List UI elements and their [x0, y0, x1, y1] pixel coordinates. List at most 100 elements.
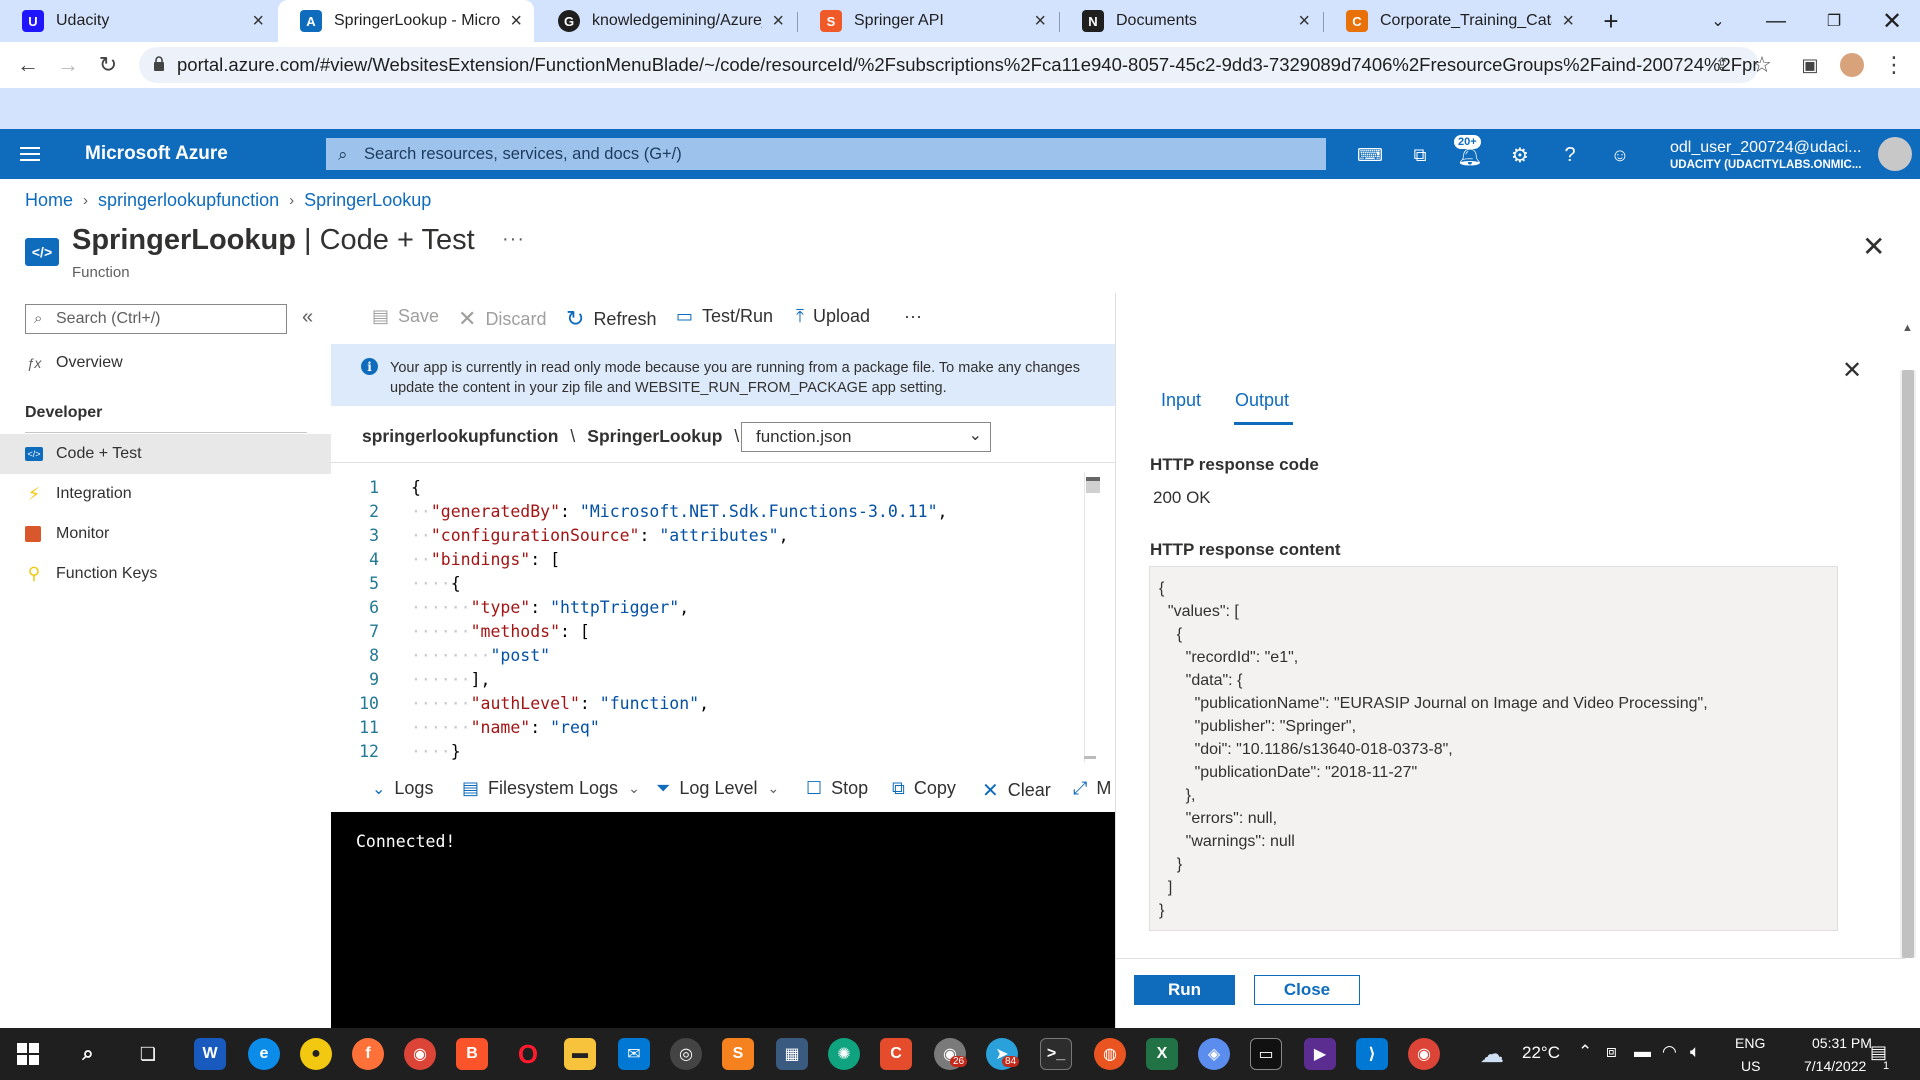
- tab-springer-api[interactable]: S Springer API ×: [798, 0, 1058, 42]
- bookmark-star-icon[interactable]: ☆: [1748, 51, 1776, 79]
- windows-start-icon[interactable]: [12, 1038, 44, 1070]
- new-tab-button[interactable]: +: [1583, 0, 1639, 42]
- file-explorer-icon[interactable]: ▬: [564, 1038, 596, 1070]
- editor-scrollbar[interactable]: [1084, 472, 1085, 762]
- close-icon[interactable]: ×: [772, 10, 784, 33]
- openai-icon[interactable]: ✺: [828, 1038, 860, 1070]
- visual-studio-icon[interactable]: ▶: [1304, 1038, 1336, 1070]
- clear-button[interactable]: ✕ Clear: [982, 778, 1051, 803]
- editor-minimap-slider[interactable]: [1086, 477, 1100, 493]
- vscode-icon[interactable]: ⟩: [1356, 1038, 1388, 1070]
- nav-item-monitor[interactable]: Monitor: [0, 514, 331, 554]
- save-button[interactable]: ▤ Save: [372, 306, 439, 327]
- mail-icon[interactable]: ✉: [618, 1038, 650, 1070]
- search-icon[interactable]: ⌕: [72, 1038, 104, 1070]
- clock-time[interactable]: 05:31 PM: [1812, 1035, 1872, 1051]
- stop-button[interactable]: ☐ Stop: [806, 778, 868, 799]
- temperature[interactable]: 22°C: [1522, 1043, 1560, 1063]
- tab-output[interactable]: Output: [1235, 390, 1289, 411]
- tab-search-chevron-icon[interactable]: ⌄: [1690, 0, 1746, 42]
- tab-udacity[interactable]: U Udacity ×: [0, 0, 276, 42]
- user-avatar[interactable]: [1878, 137, 1912, 171]
- close-icon[interactable]: ×: [1298, 10, 1310, 33]
- more-commands-button[interactable]: ···: [904, 306, 922, 327]
- excel-icon[interactable]: X: [1146, 1038, 1178, 1070]
- ubuntu-icon[interactable]: ◍: [1094, 1038, 1126, 1070]
- calculator-icon[interactable]: ▦: [776, 1038, 808, 1070]
- weather-cloud-icon[interactable]: ☁: [1480, 1040, 1504, 1069]
- close-icon[interactable]: ×: [510, 10, 522, 33]
- side-panel-icon[interactable]: ▣: [1796, 51, 1824, 79]
- breadcrumb-function[interactable]: SpringerLookup: [304, 190, 431, 211]
- opera-icon[interactable]: O: [512, 1038, 544, 1070]
- nav-item-integration[interactable]: ⚡︎ Integration: [0, 474, 331, 514]
- close-panel-icon[interactable]: ✕: [1842, 356, 1862, 385]
- github-desktop-icon[interactable]: ◎: [670, 1038, 702, 1070]
- copy-button[interactable]: ⧉ Copy: [892, 778, 956, 799]
- hamburger-menu-icon[interactable]: [20, 143, 40, 165]
- edge-icon[interactable]: e: [248, 1038, 280, 1070]
- discard-button[interactable]: ✕ Discard: [458, 306, 546, 332]
- code-editor[interactable]: 1{ 2 ··"generatedBy": "Microsoft.NET.Sdk.…: [331, 470, 1115, 762]
- breadcrumb-function-app[interactable]: springerlookupfunction: [98, 190, 279, 211]
- global-search-input[interactable]: ⌕ Search resources, services, and docs (…: [326, 138, 1326, 170]
- battery-icon[interactable]: ▬: [1634, 1042, 1651, 1062]
- test-run-button[interactable]: ▭ Test/Run: [676, 306, 773, 327]
- address-bar[interactable]: portal.azure.com/#view/WebsitesExtension…: [139, 47, 1759, 83]
- sublime-icon[interactable]: S: [722, 1038, 754, 1070]
- browser-menu-icon[interactable]: ⋮: [1880, 51, 1908, 79]
- volume-icon[interactable]: 🔈︎: [1690, 1042, 1700, 1062]
- cloud-shell-icon[interactable]: ⌨: [1356, 141, 1384, 169]
- tab-documents[interactable]: N Documents ×: [1060, 0, 1322, 42]
- chrome-icon[interactable]: ◉: [404, 1038, 436, 1070]
- user-name[interactable]: odl_user_200724@udaci...: [1670, 139, 1862, 157]
- minimize-button[interactable]: —: [1748, 0, 1804, 42]
- collapse-nav-button[interactable]: «: [302, 306, 313, 329]
- chrome-active-icon[interactable]: ◉: [1408, 1038, 1440, 1070]
- settings-gear-icon[interactable]: ⚙: [1506, 141, 1534, 169]
- logs-toggle-button[interactable]: ⌄ Logs: [372, 778, 433, 799]
- nav-item-function-keys[interactable]: ⚲ Function Keys: [0, 554, 331, 594]
- close-icon[interactable]: ×: [1562, 10, 1574, 33]
- close-blade-icon[interactable]: ✕: [1862, 230, 1885, 263]
- vpn-icon[interactable]: ◈: [1198, 1038, 1230, 1070]
- nav-search-input[interactable]: ⌕ Search (Ctrl+/): [25, 304, 287, 334]
- help-icon[interactable]: ?: [1556, 141, 1584, 169]
- window-close-button[interactable]: ✕: [1864, 0, 1920, 42]
- maximize-logs-button[interactable]: ⤢ M: [1073, 778, 1111, 799]
- close-icon[interactable]: ×: [1034, 10, 1046, 33]
- close-icon[interactable]: ×: [252, 10, 264, 33]
- refresh-button[interactable]: ↻ Refresh: [566, 306, 656, 332]
- tab-springerlookup[interactable]: A SpringerLookup - Microsoft ×: [278, 0, 534, 42]
- filesystem-logs-dropdown[interactable]: ▤ Filesystem Logs ⌄: [462, 778, 640, 799]
- brave-icon[interactable]: B: [456, 1038, 488, 1070]
- breadcrumb-home[interactable]: Home: [25, 190, 73, 211]
- tab-corporate-training[interactable]: C Corporate_Training_Catalog ×: [1324, 0, 1586, 42]
- nav-item-overview[interactable]: ƒx Overview: [0, 343, 331, 383]
- tab-input[interactable]: Input: [1161, 390, 1201, 411]
- firefox-icon[interactable]: f: [352, 1038, 384, 1070]
- reload-button[interactable]: ↻: [92, 49, 124, 81]
- task-view-icon[interactable]: ❏: [132, 1038, 164, 1070]
- input-region[interactable]: US: [1741, 1058, 1760, 1074]
- profile-avatar[interactable]: [1838, 51, 1866, 79]
- app-icon[interactable]: C: [880, 1038, 912, 1070]
- restore-button[interactable]: ❐: [1806, 0, 1862, 42]
- camera-icon[interactable]: ⧈: [1606, 1042, 1617, 1062]
- directory-filter-icon[interactable]: ⧉: [1406, 141, 1434, 169]
- tray-chevron-up-icon[interactable]: ⌃: [1578, 1042, 1592, 1062]
- upload-button[interactable]: ⤒ Upload: [796, 306, 870, 327]
- panel-scrollbar-thumb[interactable]: [1902, 370, 1914, 958]
- share-icon[interactable]: ⇪: [1708, 51, 1736, 79]
- nav-item-code-test[interactable]: </> Code + Test: [0, 434, 331, 474]
- log-level-dropdown[interactable]: ⏷ Log Level ⌄: [656, 778, 779, 799]
- clock-date[interactable]: 7/14/2022: [1804, 1058, 1866, 1074]
- run-button[interactable]: Run: [1134, 975, 1235, 1005]
- cmd-icon[interactable]: ▭: [1250, 1038, 1282, 1070]
- more-options-button[interactable]: ···: [502, 228, 525, 251]
- norton-icon[interactable]: ●: [300, 1038, 332, 1070]
- feedback-icon[interactable]: ☺: [1606, 141, 1634, 169]
- azure-brand[interactable]: Microsoft Azure: [85, 143, 228, 165]
- close-button[interactable]: Close: [1254, 975, 1360, 1005]
- wifi-icon[interactable]: ◠: [1662, 1042, 1677, 1062]
